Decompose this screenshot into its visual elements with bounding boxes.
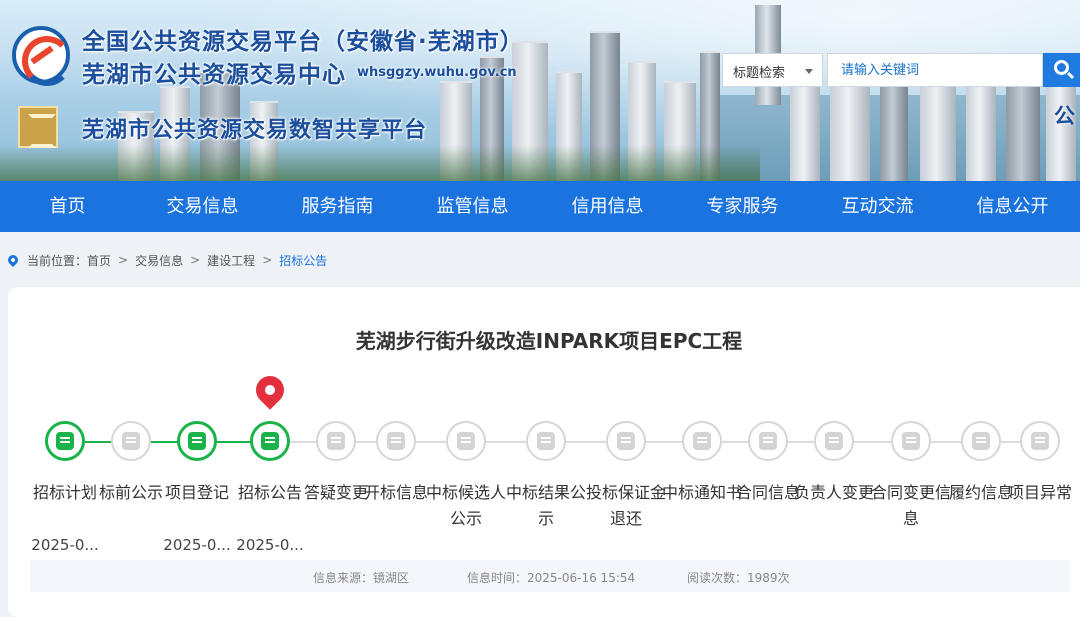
timeline-step-label: 投标保证金退还 <box>586 483 667 528</box>
timeline-step-date: 2025-0... <box>31 536 99 554</box>
header-edge-text: 公 <box>1054 104 1075 128</box>
timeline-step-node[interactable] <box>526 421 566 461</box>
site-domain: whsggzy.wuhu.gov.cn <box>357 65 517 80</box>
timeline-step-node[interactable] <box>891 421 931 461</box>
search-scope-label: 标题检索 <box>733 66 786 81</box>
timeline-step-label: 中标候选人公示 <box>426 483 507 528</box>
document-icon <box>56 432 74 450</box>
document-icon <box>188 432 206 450</box>
header-banner: 全国公共资源交易平台（安徽省·芜湖市） 芜湖市公共资源交易中心 whsggzy.… <box>0 0 1080 181</box>
timeline-step-node[interactable] <box>748 421 788 461</box>
timeline-step-label: 项目异常 <box>1007 483 1072 502</box>
site-title-national: 全国公共资源交易平台（安徽省·芜湖市） <box>82 29 524 55</box>
document-icon <box>759 432 777 450</box>
info-time: 信息时间：2025-06-16 15:54 <box>467 571 636 585</box>
timeline-step-label: 合同变更信息 <box>871 483 952 528</box>
document-icon <box>972 432 990 450</box>
timeline-step-node[interactable] <box>250 421 290 461</box>
breadcrumb-item-trade-info[interactable]: 交易信息 <box>135 252 183 269</box>
info-source: 信息来源：镜湖区 <box>313 571 410 585</box>
document-icon <box>261 432 279 450</box>
project-title: 芜湖步行街升级改造INPARK项目EPC工程 <box>355 329 743 353</box>
document-icon <box>327 432 345 450</box>
platform-logo-icon[interactable] <box>12 26 72 86</box>
timeline-step-node[interactable] <box>446 421 486 461</box>
banner-building <box>1006 71 1040 181</box>
breadcrumb-item-construction[interactable]: 建设工程 <box>207 252 255 269</box>
banner-building <box>920 76 956 181</box>
info-views: 阅读次数：1989次 <box>687 571 790 585</box>
search-scope-select[interactable]: 标题检索 <box>722 53 823 87</box>
timeline-step-label: 项目登记 <box>164 483 229 502</box>
search-button[interactable] <box>1043 53 1080 87</box>
breadcrumb: 当前位置： 首页 > 交易信息 > 建设工程 > 招标公告 <box>5 250 327 270</box>
timeline-step-node[interactable] <box>177 421 217 461</box>
breadcrumb-separator: > <box>262 253 273 267</box>
search-icon-handle <box>1066 71 1075 80</box>
timeline-step-node[interactable] <box>376 421 416 461</box>
breadcrumb-prefix: 当前位置： <box>27 253 88 268</box>
document-icon <box>902 432 920 450</box>
nav-item-supervision[interactable]: 监管信息 <box>405 181 540 232</box>
nav-item-disclosure[interactable]: 信息公开 <box>945 181 1080 232</box>
info-bar: 信息来源：镜湖区 信息时间：2025-06-16 15:54 阅读次数：1989… <box>30 560 1070 592</box>
banner-building <box>830 81 870 181</box>
timeline-step-date: 2025-0... <box>163 536 231 554</box>
breadcrumb-item-home[interactable]: 首页 <box>87 252 111 269</box>
timeline-step-node[interactable] <box>1020 421 1060 461</box>
document-icon <box>617 432 635 450</box>
timeline-step-node[interactable] <box>814 421 854 461</box>
breadcrumb-separator: > <box>190 253 201 267</box>
timeline-step-label: 中标结果公示 <box>506 483 587 528</box>
timeline-step-node[interactable] <box>111 421 151 461</box>
document-icon <box>693 432 711 450</box>
banner-building <box>790 71 820 181</box>
document-icon <box>387 432 405 450</box>
timeline-step-label: 开标信息 <box>363 483 428 502</box>
nav-item-interaction[interactable]: 互动交流 <box>810 181 945 232</box>
location-pin-icon <box>5 252 21 268</box>
document-icon <box>825 432 843 450</box>
timeline-step-date: 2025-0... <box>236 536 304 554</box>
site-title-shared-platform: 芜湖市公共资源交易数智共享平台 <box>82 118 428 143</box>
chevron-down-icon <box>805 69 813 74</box>
timeline-step-node[interactable] <box>606 421 646 461</box>
main-nav: 首页 交易信息 服务指南 监管信息 信用信息 专家服务 互动交流 信息公开 <box>0 181 1080 232</box>
nav-item-trade-info[interactable]: 交易信息 <box>135 181 270 232</box>
timeline-step-node[interactable] <box>961 421 1001 461</box>
timeline-step-node[interactable] <box>316 421 356 461</box>
document-icon <box>537 432 555 450</box>
search-input[interactable] <box>827 53 1043 87</box>
site-title-center: 芜湖市公共资源交易中心 <box>82 62 346 88</box>
banner-building <box>1046 81 1076 181</box>
shared-platform-logo-icon[interactable] <box>18 106 58 148</box>
document-icon <box>1031 432 1049 450</box>
timeline-step-node[interactable] <box>45 421 85 461</box>
banner-greenery <box>0 145 760 181</box>
nav-item-expert[interactable]: 专家服务 <box>675 181 810 232</box>
timeline-step-label: 负责人变更 <box>794 483 875 502</box>
breadcrumb-separator: > <box>118 253 129 267</box>
document-icon <box>457 432 475 450</box>
document-icon <box>122 432 140 450</box>
breadcrumb-current[interactable]: 招标公告 <box>279 252 327 269</box>
timeline-progress <box>60 441 275 443</box>
nav-item-service-guide[interactable]: 服务指南 <box>270 181 405 232</box>
nav-item-credit[interactable]: 信用信息 <box>540 181 675 232</box>
nav-item-home[interactable]: 首页 <box>0 181 135 232</box>
timeline-step-node[interactable] <box>682 421 722 461</box>
